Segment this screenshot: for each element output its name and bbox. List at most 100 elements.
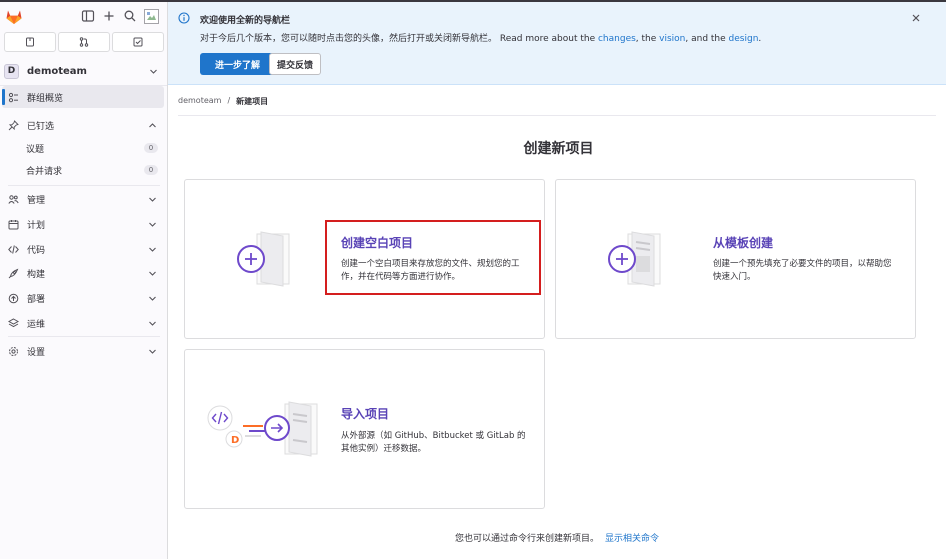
- card-title: 导入项目: [341, 407, 390, 421]
- card-desc-line: 快速入门。: [713, 272, 756, 282]
- users-icon: [8, 194, 19, 204]
- sidebar-item-deploy[interactable]: 部署: [2, 287, 164, 309]
- sidebar-item-manage[interactable]: 管理: [2, 188, 164, 210]
- sidebar-item-label: 议题: [26, 144, 45, 155]
- design-link[interactable]: design: [729, 34, 759, 44]
- card-description: 从外部源（如 GitHub、Bitbucket 或 GitLab 的 其他实例）…: [341, 430, 526, 456]
- highlight-box: [325, 220, 541, 295]
- import-project-card[interactable]: D 导入项目 从外部源（如 GitHub、Bitbucket 或 GitLab …: [184, 349, 545, 509]
- sidebar-item-build[interactable]: 构建: [2, 262, 164, 284]
- issues-count-badge: 0: [144, 143, 158, 153]
- banner-text: 对于今后几个版本，您可以随时点击您的头像，然后打开或关闭新导航栏。 Read m…: [200, 31, 761, 44]
- sidebar-item-pinned[interactable]: 已钉选: [2, 114, 164, 136]
- import-illustration-icon: D: [207, 401, 318, 457]
- merge-requests-count-badge: 0: [144, 165, 158, 175]
- plus-icon[interactable]: [102, 9, 116, 23]
- changes-link[interactable]: changes: [598, 34, 636, 44]
- group-name: demoteam: [27, 65, 87, 77]
- pin-icon: [8, 119, 19, 130]
- chevron-down-icon: [149, 349, 156, 354]
- svg-text:D: D: [231, 435, 239, 446]
- rocket-icon: [8, 268, 19, 278]
- sidebar-item-label: 设置: [27, 347, 46, 358]
- code-icon: [8, 244, 19, 254]
- todo-icon: [133, 37, 143, 47]
- breadcrumb-group[interactable]: demoteam: [178, 96, 221, 107]
- sidebar-item-issues[interactable]: 议题 0: [2, 138, 164, 158]
- sidebar-item-label: 群组概览: [27, 93, 64, 104]
- issues-quick-button[interactable]: [4, 32, 56, 52]
- gear-icon: [9, 346, 18, 356]
- sidebar-item-label: 部署: [27, 294, 46, 305]
- sidebar-item-label: 计划: [27, 220, 46, 231]
- sidebar-item-label: 代码: [27, 245, 46, 256]
- info-icon: [178, 12, 190, 24]
- chevron-down-icon: [149, 296, 156, 301]
- banner-text-sep: , and the: [685, 34, 729, 44]
- feedback-button[interactable]: 提交反馈: [269, 53, 321, 75]
- create-from-template-card[interactable]: 从模板创建 创建一个预先填充了必要文件的项目，以帮助您 快速入门。: [555, 179, 916, 339]
- gitlab-logo-icon[interactable]: [5, 8, 23, 25]
- breadcrumb-separator: /: [227, 96, 231, 105]
- breadcrumb-divider: [178, 115, 936, 116]
- page-title-wrap: 创建新项目: [168, 138, 946, 158]
- sidebar-separator: [8, 336, 160, 337]
- sidebar-item-label: 合并请求: [26, 166, 63, 177]
- sidebar-item-label: 运维: [27, 319, 46, 330]
- chevron-down-icon: [149, 271, 156, 276]
- chevron-down-icon: [149, 247, 156, 252]
- sidebar-header: [0, 2, 167, 30]
- sidebar-item-label: 管理: [27, 195, 46, 206]
- sidebar-separator: [8, 185, 160, 186]
- template-illustration-icon: [608, 231, 661, 287]
- blank-project-illustration-icon: [237, 231, 290, 287]
- group-overview-icon: [8, 92, 18, 102]
- sidebar-item-group-overview[interactable]: 群组概览: [2, 86, 164, 108]
- banner-title: 欢迎使用全新的导航栏: [200, 16, 291, 26]
- show-commands-link[interactable]: 显示相关命令: [605, 534, 659, 544]
- monitor-icon: [8, 317, 19, 327]
- quick-actions: [4, 32, 164, 52]
- sidebar-item-label: 已钉选: [27, 121, 55, 132]
- card-description: 创建一个预先填充了必要文件的项目，以帮助您 快速入门。: [713, 258, 892, 284]
- card-title: 从模板创建: [713, 236, 774, 250]
- page-title: 创建新项目: [523, 141, 594, 157]
- issues-icon: [26, 37, 34, 47]
- sidebar-item-operate[interactable]: 运维: [2, 312, 164, 334]
- chevron-up-icon: [149, 122, 156, 127]
- user-avatar-icon[interactable]: [144, 9, 159, 24]
- search-icon[interactable]: [123, 9, 137, 23]
- group-switcher[interactable]: D demoteam: [4, 60, 164, 82]
- sidebar-item-merge-requests[interactable]: 合并请求 0: [2, 160, 164, 180]
- new-navigation-banner: 欢迎使用全新的导航栏 对于今后几个版本，您可以随时点击您的头像，然后打开或关闭新…: [168, 2, 946, 85]
- calendar-icon: [8, 219, 19, 229]
- breadcrumb-current: 新建项目: [236, 97, 269, 106]
- deploy-icon: [8, 293, 19, 303]
- sidebar-item-settings[interactable]: 设置: [2, 340, 164, 362]
- breadcrumb: demoteam / 新建项目: [178, 96, 268, 107]
- card-desc-line: 创建一个预先填充了必要文件的项目，以帮助您: [713, 259, 892, 269]
- group-avatar: D: [4, 63, 19, 79]
- sidebar-item-label: 构建: [27, 269, 46, 280]
- card-desc-line: 其他实例）迁移数据。: [341, 444, 427, 454]
- app-window: { "sidebar": { "group": {"initial": "D",…: [0, 0, 946, 559]
- footer-text: 您也可以通过命令行来创建新项目。: [454, 534, 599, 544]
- vision-link[interactable]: vision: [659, 34, 685, 44]
- banner-text-end: .: [758, 34, 762, 44]
- todo-quick-button[interactable]: [112, 32, 164, 52]
- sidebar-toggle-icon[interactable]: [81, 9, 95, 23]
- merge-request-icon: [79, 37, 89, 47]
- card-desc-line: 从外部源（如 GitHub、Bitbucket 或 GitLab 的: [341, 431, 526, 441]
- sidebar-item-plan[interactable]: 计划: [2, 213, 164, 235]
- command-line-note: 您也可以通过命令行来创建新项目。 显示相关命令: [168, 531, 946, 544]
- sidebar: D demoteam 群组概览 已钉选 议题 0 合并请求 0 管理 计划 代码…: [0, 2, 168, 559]
- chevron-down-icon: [149, 321, 156, 326]
- merge-requests-quick-button[interactable]: [58, 32, 110, 52]
- chevron-down-icon: [149, 222, 156, 227]
- chevron-down-icon: [150, 69, 157, 74]
- learn-more-button[interactable]: 进一步了解: [200, 53, 275, 75]
- close-icon[interactable]: [911, 13, 921, 23]
- banner-text-prefix: 对于今后几个版本，您可以随时点击您的头像，然后打开或关闭新导航栏。 Read m…: [200, 34, 598, 44]
- banner-text-sep: , the: [635, 34, 660, 44]
- sidebar-item-code[interactable]: 代码: [2, 238, 164, 260]
